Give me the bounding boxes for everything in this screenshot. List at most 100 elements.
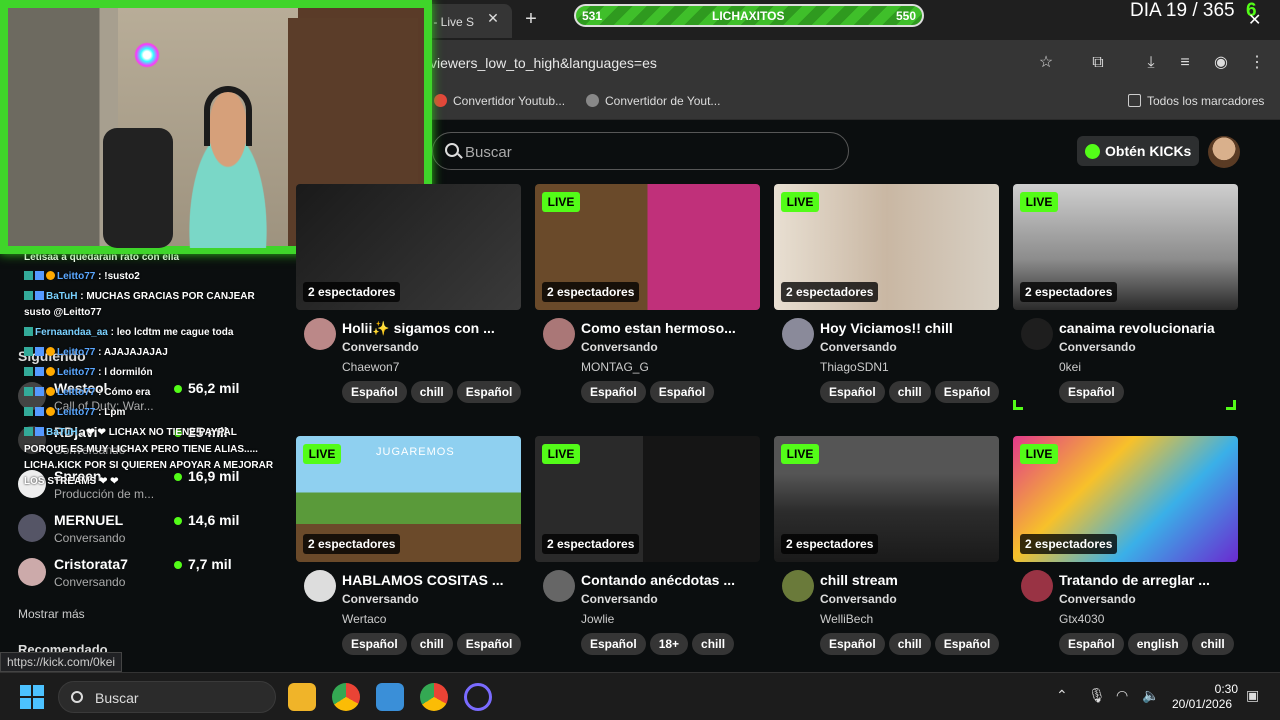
stream-card[interactable]: LIVE 2 espectadores chill stream Convers… bbox=[774, 436, 1000, 666]
tag[interactable]: Español bbox=[581, 633, 646, 655]
tag[interactable]: Español bbox=[342, 633, 407, 655]
stream-card[interactable]: LIVE JUGAREMOS 2 espectadores HABLAMOS C… bbox=[296, 436, 522, 666]
stream-title[interactable]: Como estan hermoso... bbox=[581, 320, 759, 336]
streamer-name[interactable]: MONTAG_G bbox=[581, 360, 649, 374]
stream-title[interactable]: Tratando de arreglar ... bbox=[1059, 572, 1237, 588]
window-close-icon[interactable]: ✕ bbox=[1248, 10, 1261, 30]
url-text[interactable]: viewers_low_to_high&languages=es bbox=[430, 55, 657, 71]
tag[interactable]: chill bbox=[692, 633, 735, 655]
extensions-icon[interactable]: ⧉ bbox=[1087, 52, 1109, 74]
tab-close-icon[interactable]: ✕ bbox=[486, 10, 500, 26]
stream-thumbnail[interactable]: LIVE 2 espectadores bbox=[1013, 436, 1238, 562]
stream-thumbnail[interactable]: LIVE 2 espectadores bbox=[774, 184, 999, 310]
avatar[interactable] bbox=[304, 570, 336, 602]
profile-avatar-icon[interactable]: ◉ bbox=[1210, 52, 1232, 74]
tag[interactable]: Español bbox=[934, 633, 1000, 655]
tag[interactable]: Español bbox=[649, 381, 715, 403]
user-avatar[interactable] bbox=[1208, 136, 1240, 168]
stream-thumbnail[interactable]: 2 espectadores bbox=[296, 184, 521, 310]
streamer-name[interactable]: Gtx4030 bbox=[1059, 612, 1104, 626]
app-circle-icon[interactable] bbox=[464, 683, 492, 711]
tag[interactable]: chill bbox=[888, 633, 931, 655]
tray-chevron-icon[interactable]: ⌃ bbox=[1056, 687, 1068, 704]
stream-category[interactable]: Conversando bbox=[581, 592, 658, 606]
stream-category[interactable]: Conversando bbox=[342, 340, 419, 354]
stream-thumbnail[interactable]: LIVE 2 espectadores bbox=[1013, 184, 1238, 310]
stream-thumbnail[interactable]: LIVE 2 espectadores bbox=[535, 436, 760, 562]
avatar[interactable] bbox=[543, 570, 575, 602]
stream-card[interactable]: LIVE 2 espectadores Hoy Viciamos!! chill… bbox=[774, 184, 1000, 414]
stream-card[interactable]: LIVE 2 espectadores Tratando de arreglar… bbox=[1013, 436, 1238, 666]
stream-title[interactable]: canaima revolucionaria bbox=[1059, 320, 1237, 336]
windows-start-icon[interactable] bbox=[20, 685, 44, 709]
taskbar-search-input[interactable]: Buscar bbox=[58, 681, 276, 713]
stream-thumbnail[interactable]: LIVE 2 espectadores bbox=[774, 436, 999, 562]
sidebar-channel[interactable]: MERNUEL Conversando 14,6 mil bbox=[18, 512, 288, 552]
clock-time[interactable]: 0:30 bbox=[1198, 681, 1238, 697]
tag[interactable]: Español bbox=[456, 633, 522, 655]
tag[interactable]: Español bbox=[1059, 381, 1124, 403]
new-tab-button[interactable]: + bbox=[520, 8, 542, 30]
tag[interactable]: chill bbox=[888, 381, 931, 403]
tag[interactable]: english bbox=[1127, 633, 1188, 655]
streamer-name[interactable]: 0kei bbox=[1059, 360, 1081, 374]
stream-card[interactable]: LIVE 2 espectadores canaima revolucionar… bbox=[1013, 184, 1238, 414]
streamer-name[interactable]: Wertaco bbox=[342, 612, 386, 626]
tag[interactable]: Español bbox=[820, 381, 885, 403]
stream-title[interactable]: chill stream bbox=[820, 572, 998, 588]
app-f-icon[interactable] bbox=[376, 683, 404, 711]
download-icon[interactable]: ⤓ bbox=[1140, 52, 1162, 74]
wifi-icon[interactable]: ◠ bbox=[1116, 687, 1128, 704]
file-explorer-icon[interactable] bbox=[288, 683, 316, 711]
streamer-name[interactable]: WelliBech bbox=[820, 612, 873, 626]
avatar[interactable] bbox=[304, 318, 336, 350]
tag[interactable]: chill bbox=[1191, 633, 1234, 655]
stream-category[interactable]: Conversando bbox=[1059, 592, 1136, 606]
clock-date[interactable]: 20/01/2026 bbox=[1172, 697, 1232, 711]
show-more-link[interactable]: Mostrar más bbox=[18, 607, 85, 621]
stream-category[interactable]: Conversando bbox=[342, 592, 419, 606]
tag[interactable]: 18+ bbox=[649, 633, 689, 655]
all-bookmarks[interactable]: Todos los marcadores bbox=[1128, 94, 1264, 108]
tag[interactable]: chill bbox=[410, 633, 453, 655]
stream-category[interactable]: Conversando bbox=[820, 592, 897, 606]
tag[interactable]: Español bbox=[456, 381, 522, 403]
stream-card[interactable]: LIVE 2 espectadores Contando anécdotas .… bbox=[535, 436, 760, 666]
avatar[interactable] bbox=[1021, 318, 1053, 350]
tag[interactable]: chill bbox=[410, 381, 453, 403]
stream-card[interactable]: 2 espectadores Holii✨ sigamos con ... Co… bbox=[296, 184, 522, 414]
avatar[interactable] bbox=[782, 318, 814, 350]
streamer-name[interactable]: ThiagoSDN1 bbox=[820, 360, 889, 374]
bookmark-star-icon[interactable]: ☆ bbox=[1035, 52, 1057, 74]
streamer-name[interactable]: Jowlie bbox=[581, 612, 614, 626]
tag[interactable]: Español bbox=[1059, 633, 1124, 655]
stream-card[interactable]: LIVE 2 espectadores Como estan hermoso..… bbox=[535, 184, 760, 414]
avatar[interactable] bbox=[782, 570, 814, 602]
tag[interactable]: Español bbox=[342, 381, 407, 403]
tag[interactable]: Español bbox=[934, 381, 1000, 403]
get-kicks-button[interactable]: Obtén KICKs bbox=[1077, 136, 1199, 166]
media-controls-icon[interactable]: ≡ bbox=[1174, 52, 1196, 74]
stream-category[interactable]: Conversando bbox=[820, 340, 897, 354]
stream-category[interactable]: Conversando bbox=[1059, 340, 1136, 354]
sidebar-channel[interactable]: Cristorata7 Conversando 7,7 mil bbox=[18, 556, 288, 596]
bookmark-item[interactable]: Convertidor de Yout... bbox=[586, 94, 720, 108]
stream-title[interactable]: Holii✨ sigamos con ... bbox=[342, 320, 520, 337]
volume-icon[interactable]: 🔈 bbox=[1142, 687, 1159, 704]
bookmark-item[interactable]: Convertidor Youtub... bbox=[434, 94, 565, 108]
stream-title[interactable]: Hoy Viciamos!! chill bbox=[820, 320, 998, 336]
search-input[interactable]: Buscar bbox=[432, 132, 849, 170]
chrome-icon[interactable] bbox=[332, 683, 360, 711]
stream-category[interactable]: Conversando bbox=[581, 340, 658, 354]
avatar[interactable] bbox=[543, 318, 575, 350]
streamer-name[interactable]: Chaewon7 bbox=[342, 360, 399, 374]
notification-icon[interactable]: ▣ bbox=[1246, 687, 1259, 704]
stream-title[interactable]: HABLAMOS COSITAS ... bbox=[342, 572, 520, 588]
microphone-icon[interactable]: 🎙 bbox=[1088, 687, 1106, 704]
avatar[interactable] bbox=[1021, 570, 1053, 602]
stream-title[interactable]: Contando anécdotas ... bbox=[581, 572, 759, 588]
menu-dots-icon[interactable]: ⋮ bbox=[1246, 52, 1268, 74]
stream-thumbnail[interactable]: LIVE JUGAREMOS 2 espectadores bbox=[296, 436, 521, 562]
tag[interactable]: Español bbox=[820, 633, 885, 655]
tag[interactable]: Español bbox=[581, 381, 646, 403]
